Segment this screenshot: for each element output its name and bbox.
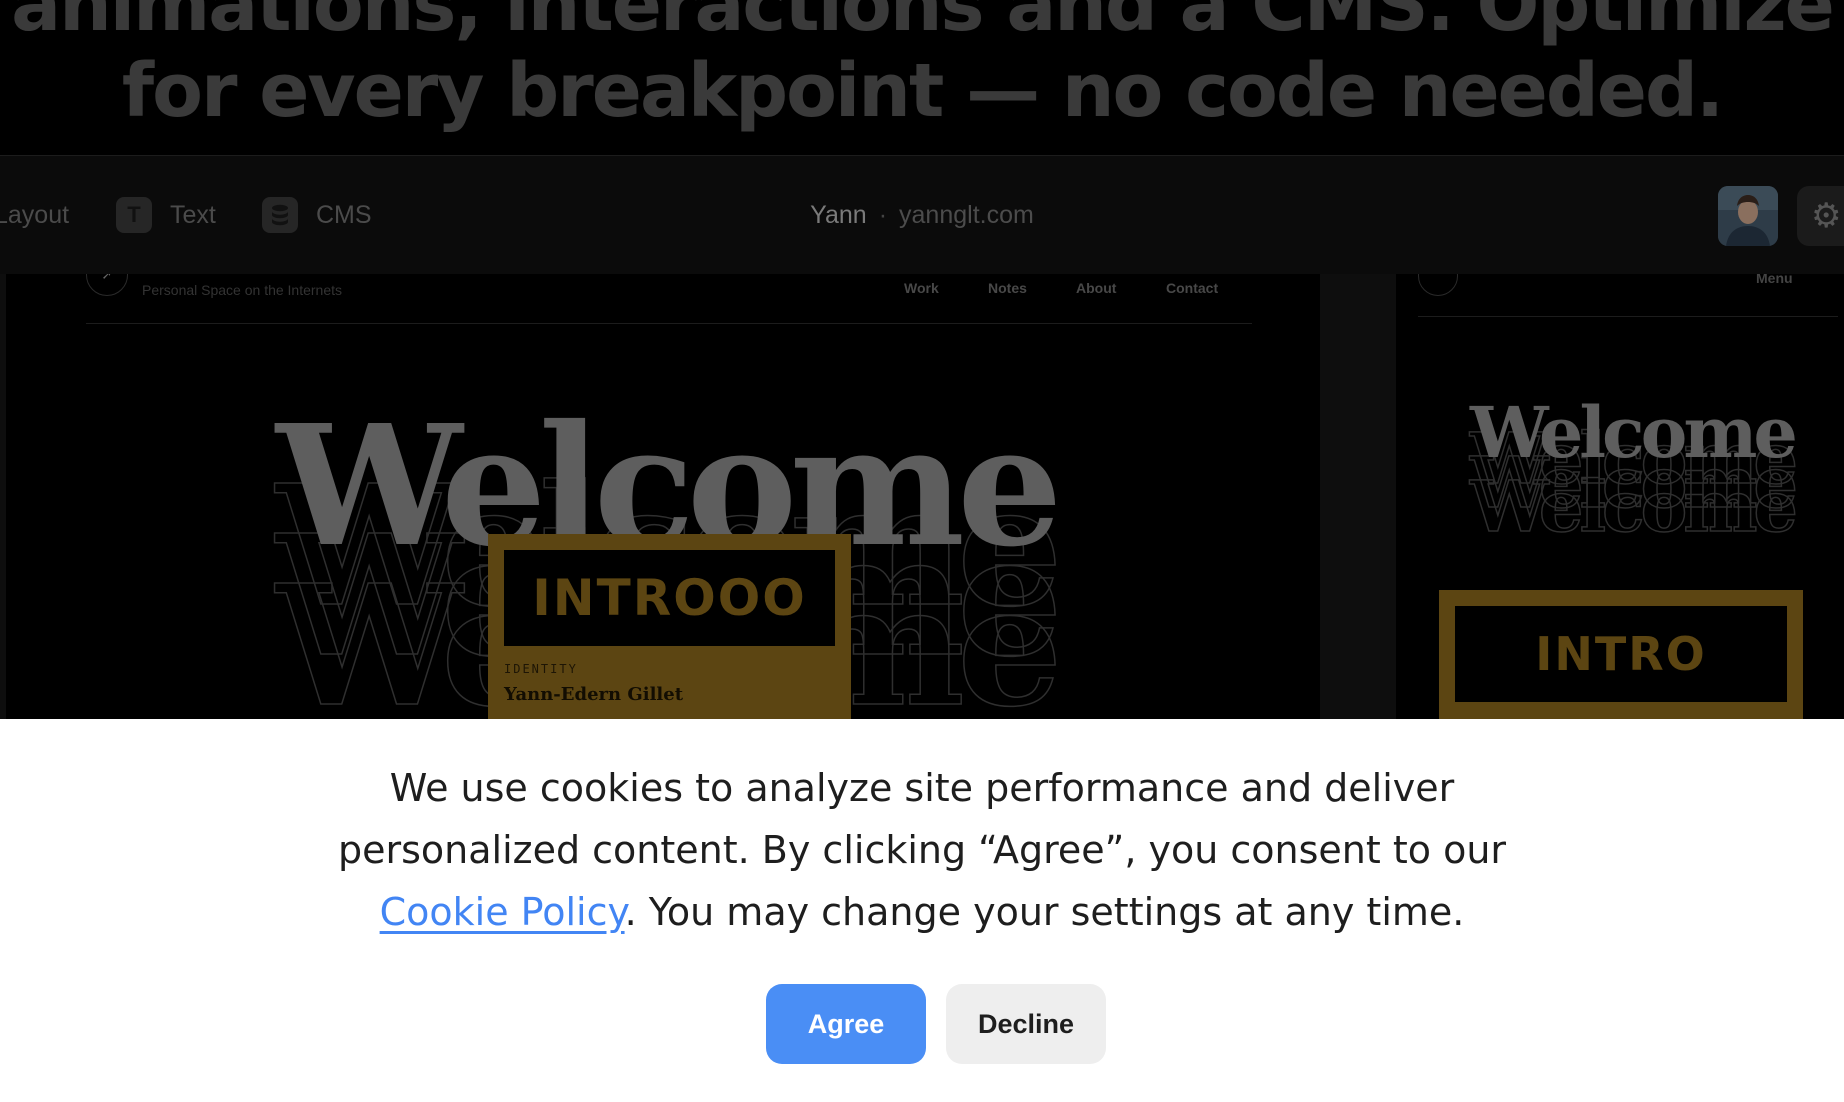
mobile-menu-link[interactable]: Menu <box>1756 274 1793 286</box>
hero-section: animations, interactions and a CMS. Opti… <box>0 0 1844 155</box>
mobile-intro-card: INTRO <box>1439 590 1803 719</box>
mobile-intro-title: INTRO <box>1455 606 1787 702</box>
mobile-welcome-heading: Welcome <box>1470 391 1798 474</box>
nav-link-work[interactable]: Work <box>904 280 939 296</box>
cookie-banner: We use cookies to analyze site performan… <box>0 719 1844 1102</box>
site-url: yannglt.com <box>899 200 1034 229</box>
mobile-preview[interactable]: Menu Welcome Welcome Welcome Welcome INT… <box>1396 274 1844 719</box>
cookie-policy-link[interactable]: Cookie Policy <box>380 890 625 934</box>
site-tagline: Personal Space on the Internets <box>142 282 343 298</box>
cookie-message-line-2: personalized content. By clicking “Agree… <box>337 828 1507 872</box>
intro-card: INTROOO IDENTITY Yann-Edern Gillet <box>488 534 851 719</box>
mobile-header-divider <box>1418 316 1838 317</box>
cookie-message-line-1: We use cookies to analyze site performan… <box>389 766 1455 810</box>
site-logo-icon: ➚ <box>86 274 128 296</box>
cookie-message-line-3: Cookie Policy. You may change your setti… <box>0 881 1844 943</box>
mobile-logo-icon <box>1418 274 1458 296</box>
nav-link-about[interactable]: About <box>1076 280 1116 296</box>
canvas-area: ➚ Personal Space on the Internets Work N… <box>0 274 1844 719</box>
settings-button[interactable]: ⚙ <box>1797 186 1844 246</box>
hero-headline-line-2: for every breakpoint — no code needed. <box>121 48 1724 134</box>
mobile-welcome-echo: Welcome <box>1469 465 1798 548</box>
avatar-photo <box>1718 186 1778 246</box>
editor-toolbar: Layout T Text CMS Yann · yannglt.com ⚙ <box>0 155 1844 275</box>
intro-title: INTROOO <box>504 550 835 646</box>
cookie-message-line-3-rest: . You may change your settings at any ti… <box>624 890 1465 934</box>
nav-link-notes[interactable]: Notes <box>988 280 1027 296</box>
identity-name: Yann-Edern Gillet <box>504 684 684 705</box>
hero-headline-line-1: animations, interactions and a CMS. Opti… <box>11 0 1835 48</box>
agree-button[interactable]: Agree <box>766 984 926 1064</box>
desktop-preview[interactable]: ➚ Personal Space on the Internets Work N… <box>6 274 1320 719</box>
cookie-message: We use cookies to analyze site performan… <box>0 757 1844 943</box>
separator-dot: · <box>878 200 888 229</box>
decline-button[interactable]: Decline <box>946 984 1106 1064</box>
identity-label: IDENTITY <box>504 662 578 676</box>
site-identity[interactable]: Yann · yannglt.com <box>0 156 1844 274</box>
site-name: Yann <box>810 200 867 229</box>
avatar[interactable] <box>1718 186 1778 246</box>
gear-icon: ⚙ <box>1811 197 1842 235</box>
header-divider <box>86 323 1252 324</box>
nav-link-contact[interactable]: Contact <box>1166 280 1218 296</box>
